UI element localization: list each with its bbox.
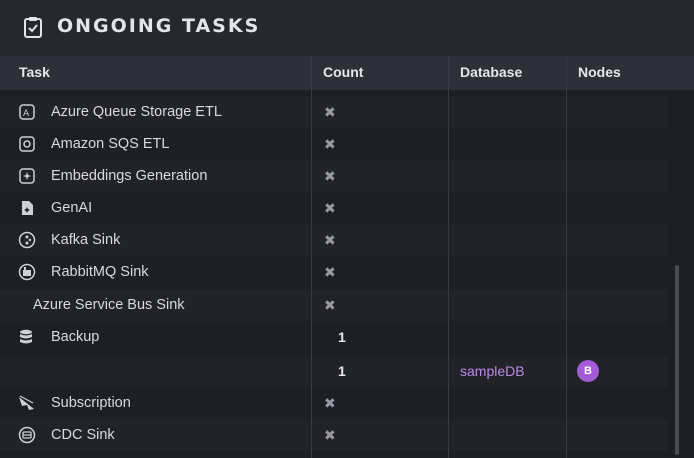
task-name: Kafka Sink bbox=[51, 232, 121, 248]
column-header-task[interactable]: Task bbox=[19, 56, 50, 90]
table-row[interactable]: Kafka Sink ✖ bbox=[0, 224, 668, 256]
task-name: Embeddings Generation bbox=[51, 168, 208, 184]
table-row[interactable]: RabbitMQ Sink ✖ bbox=[0, 256, 668, 288]
task-name: Subscription bbox=[51, 395, 131, 411]
column-divider bbox=[448, 56, 449, 458]
task-name: RabbitMQ Sink bbox=[51, 264, 149, 280]
backup-icon bbox=[20, 329, 32, 344]
task-name: Azure Service Bus Sink bbox=[33, 297, 185, 313]
sqs-icon bbox=[19, 136, 35, 152]
column-header-count[interactable]: Count bbox=[323, 56, 363, 90]
embeddings-icon bbox=[19, 168, 35, 184]
genai-icon bbox=[22, 201, 33, 215]
task-name: Azure Queue Storage ETL bbox=[51, 104, 222, 120]
table-row[interactable]: 1 sampleDB B bbox=[0, 355, 668, 387]
table-header: Task Count Database Nodes bbox=[0, 56, 694, 90]
kafka-icon bbox=[18, 231, 36, 249]
task-name: Amazon SQS ETL bbox=[51, 136, 170, 152]
table-row[interactable]: Subscription ✖ bbox=[0, 387, 668, 419]
page-title: ONGOING TASKS bbox=[57, 15, 261, 37]
task-count: ✖ bbox=[324, 200, 336, 216]
column-header-nodes[interactable]: Nodes bbox=[578, 56, 621, 90]
table-row[interactable]: Backup 1 bbox=[0, 321, 668, 353]
task-name: GenAI bbox=[51, 200, 93, 216]
column-header-database[interactable]: Database bbox=[460, 56, 522, 90]
rabbitmq-icon bbox=[18, 263, 36, 281]
table-row[interactable]: CDC Sink ✖ bbox=[0, 419, 668, 451]
task-count: ✖ bbox=[324, 395, 336, 411]
table-row[interactable]: GenAI ✖ bbox=[0, 192, 668, 224]
page-header: ONGOING TASKS bbox=[0, 0, 694, 56]
cdc-sink-icon bbox=[18, 426, 36, 444]
subscription-icon bbox=[19, 395, 34, 410]
node-badge[interactable]: B bbox=[577, 360, 599, 382]
task-count: ✖ bbox=[324, 168, 336, 184]
task-count: ✖ bbox=[324, 136, 336, 152]
table-row[interactable]: A Azure Queue Storage ETL ✖ bbox=[0, 96, 668, 128]
task-name: CDC Sink bbox=[51, 427, 115, 443]
database-link[interactable]: sampleDB bbox=[460, 355, 525, 387]
task-count: 1 bbox=[338, 329, 346, 345]
task-count: ✖ bbox=[324, 104, 336, 120]
clipboard-check-icon bbox=[24, 17, 42, 38]
azure-queue-icon: A bbox=[19, 104, 35, 120]
svg-text:A: A bbox=[23, 109, 30, 119]
column-divider bbox=[566, 56, 567, 458]
table-row[interactable]: Azure Service Bus Sink ✖ bbox=[0, 289, 668, 321]
task-count: ✖ bbox=[324, 297, 336, 313]
task-count: ✖ bbox=[324, 427, 336, 443]
table-row[interactable]: Amazon SQS ETL ✖ bbox=[0, 128, 668, 160]
vertical-scrollbar[interactable] bbox=[675, 265, 679, 455]
task-name: Backup bbox=[51, 329, 100, 345]
task-count: 1 bbox=[338, 363, 346, 379]
task-count: ✖ bbox=[324, 264, 336, 280]
table-row[interactable]: Embeddings Generation ✖ bbox=[0, 160, 668, 192]
column-divider bbox=[311, 56, 312, 458]
task-count: ✖ bbox=[324, 232, 336, 248]
